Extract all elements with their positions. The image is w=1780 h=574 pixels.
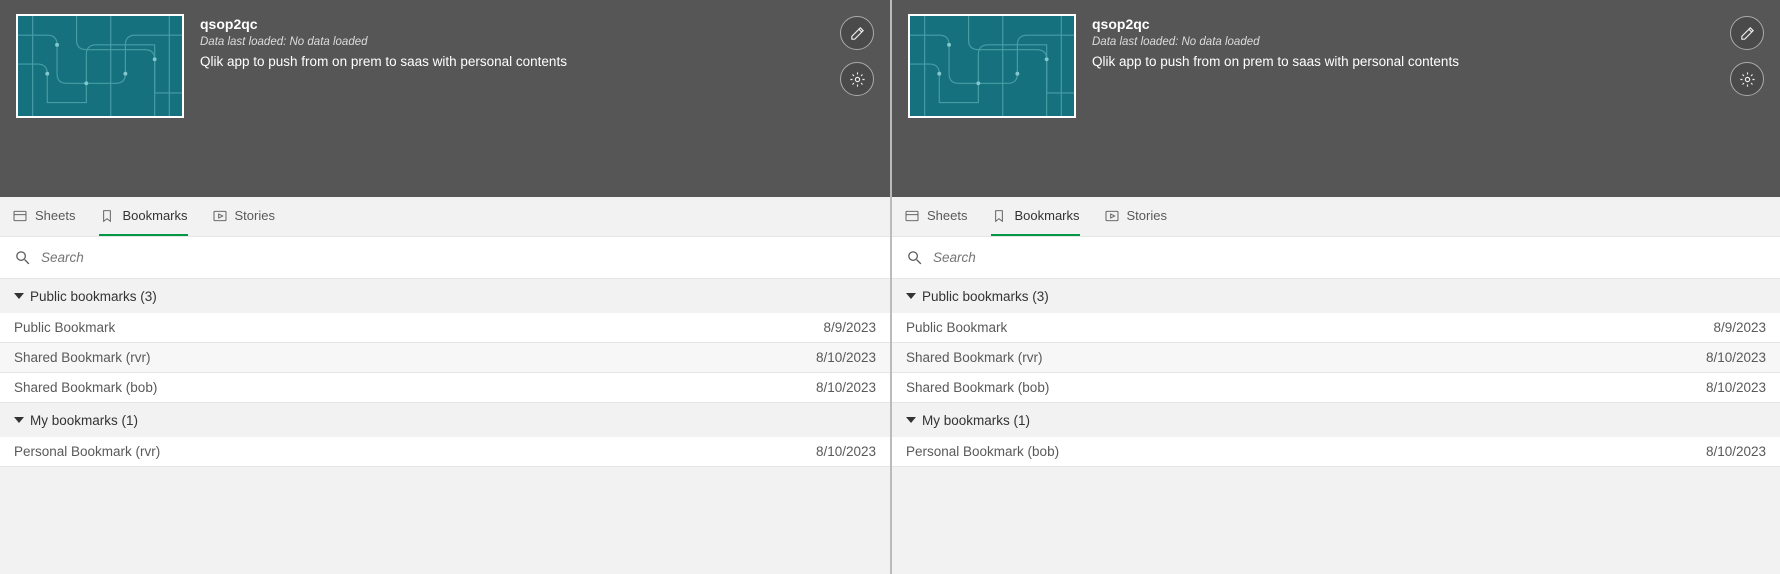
tabs: Sheets Bookmarks Stories xyxy=(0,197,890,237)
tab-stories-label: Stories xyxy=(235,208,275,223)
tab-bookmarks[interactable]: Bookmarks xyxy=(991,197,1079,236)
search-input[interactable] xyxy=(41,250,876,265)
gear-icon xyxy=(1739,71,1756,88)
caret-down-icon xyxy=(14,291,24,301)
section-my-title: My bookmarks (1) xyxy=(30,413,138,428)
bookmark-row[interactable]: Shared Bookmark (rvr) 8/10/2023 xyxy=(0,343,890,373)
header-actions xyxy=(840,14,874,183)
bookmark-date: 8/10/2023 xyxy=(1706,350,1766,365)
tab-stories[interactable]: Stories xyxy=(1104,197,1167,236)
app-description: Qlik app to push from on prem to saas wi… xyxy=(1092,54,1714,69)
tab-stories[interactable]: Stories xyxy=(212,197,275,236)
edit-button[interactable] xyxy=(840,16,874,50)
bookmark-name: Shared Bookmark (bob) xyxy=(906,380,1049,395)
section-my-bookmarks[interactable]: My bookmarks (1) xyxy=(0,403,890,437)
caret-down-icon xyxy=(906,291,916,301)
search-icon xyxy=(14,249,31,266)
bookmark-name: Shared Bookmark (bob) xyxy=(14,380,157,395)
bookmark-icon xyxy=(99,208,115,224)
search-bar[interactable] xyxy=(892,237,1780,279)
section-public-title: Public bookmarks (3) xyxy=(30,289,157,304)
bookmark-date: 8/10/2023 xyxy=(1706,444,1766,459)
bookmark-date: 8/10/2023 xyxy=(816,380,876,395)
bookmark-name: Shared Bookmark (rvr) xyxy=(14,350,151,365)
search-input[interactable] xyxy=(933,250,1766,265)
search-icon xyxy=(906,249,923,266)
stories-icon xyxy=(1104,208,1120,224)
section-my-title: My bookmarks (1) xyxy=(922,413,1030,428)
app-title: qsop2qc xyxy=(1092,16,1714,32)
app-header-text: qsop2qc Data last loaded: No data loaded… xyxy=(1092,14,1714,183)
bookmark-date: 8/10/2023 xyxy=(816,350,876,365)
caret-down-icon xyxy=(14,415,24,425)
app-header: qsop2qc Data last loaded: No data loaded… xyxy=(0,0,890,197)
section-my-bookmarks[interactable]: My bookmarks (1) xyxy=(892,403,1780,437)
tabs: Sheets Bookmarks Stories xyxy=(892,197,1780,237)
bookmark-name: Personal Bookmark (rvr) xyxy=(14,444,160,459)
app-header: qsop2qc Data last loaded: No data loaded… xyxy=(892,0,1780,197)
tab-sheets-label: Sheets xyxy=(35,208,75,223)
bookmark-date: 8/9/2023 xyxy=(823,320,876,335)
bookmark-date: 8/9/2023 xyxy=(1713,320,1766,335)
section-public-bookmarks[interactable]: Public bookmarks (3) xyxy=(892,279,1780,313)
section-public-bookmarks[interactable]: Public bookmarks (3) xyxy=(0,279,890,313)
bookmark-row[interactable]: Shared Bookmark (bob) 8/10/2023 xyxy=(0,373,890,403)
bookmark-name: Public Bookmark xyxy=(906,320,1007,335)
bookmark-name: Public Bookmark xyxy=(14,320,115,335)
pencil-icon xyxy=(1739,25,1756,42)
app-title: qsop2qc xyxy=(200,16,824,32)
bookmark-icon xyxy=(991,208,1007,224)
data-loaded-status: Data last loaded: No data loaded xyxy=(200,36,824,48)
tab-sheets[interactable]: Sheets xyxy=(904,197,967,236)
pane-right: qsop2qc Data last loaded: No data loaded… xyxy=(890,0,1780,574)
caret-down-icon xyxy=(906,415,916,425)
bookmark-row[interactable]: Personal Bookmark (rvr) 8/10/2023 xyxy=(0,437,890,467)
root: qsop2qc Data last loaded: No data loaded… xyxy=(0,0,1780,574)
app-thumbnail xyxy=(908,14,1076,118)
section-public-title: Public bookmarks (3) xyxy=(922,289,1049,304)
data-loaded-status: Data last loaded: No data loaded xyxy=(1092,36,1714,48)
settings-button[interactable] xyxy=(1730,62,1764,96)
tab-sheets-label: Sheets xyxy=(927,208,967,223)
bookmark-row[interactable]: Public Bookmark 8/9/2023 xyxy=(892,313,1780,343)
gear-icon xyxy=(849,71,866,88)
app-description: Qlik app to push from on prem to saas wi… xyxy=(200,54,824,69)
app-thumbnail xyxy=(16,14,184,118)
header-actions xyxy=(1730,14,1764,183)
sheets-icon xyxy=(12,208,28,224)
pane-left: qsop2qc Data last loaded: No data loaded… xyxy=(0,0,890,574)
edit-button[interactable] xyxy=(1730,16,1764,50)
bookmark-row[interactable]: Public Bookmark 8/9/2023 xyxy=(0,313,890,343)
tab-stories-label: Stories xyxy=(1127,208,1167,223)
tab-bookmarks[interactable]: Bookmarks xyxy=(99,197,187,236)
bookmark-date: 8/10/2023 xyxy=(1706,380,1766,395)
tab-bookmarks-label: Bookmarks xyxy=(122,208,187,223)
tab-bookmarks-label: Bookmarks xyxy=(1014,208,1079,223)
search-bar[interactable] xyxy=(0,237,890,279)
bookmark-row[interactable]: Shared Bookmark (bob) 8/10/2023 xyxy=(892,373,1780,403)
tab-sheets[interactable]: Sheets xyxy=(12,197,75,236)
sheets-icon xyxy=(904,208,920,224)
bookmark-date: 8/10/2023 xyxy=(816,444,876,459)
settings-button[interactable] xyxy=(840,62,874,96)
bookmark-row[interactable]: Shared Bookmark (rvr) 8/10/2023 xyxy=(892,343,1780,373)
app-header-text: qsop2qc Data last loaded: No data loaded… xyxy=(200,14,824,183)
pencil-icon xyxy=(849,25,866,42)
stories-icon xyxy=(212,208,228,224)
bookmark-name: Shared Bookmark (rvr) xyxy=(906,350,1043,365)
bookmark-name: Personal Bookmark (bob) xyxy=(906,444,1059,459)
bookmark-row[interactable]: Personal Bookmark (bob) 8/10/2023 xyxy=(892,437,1780,467)
